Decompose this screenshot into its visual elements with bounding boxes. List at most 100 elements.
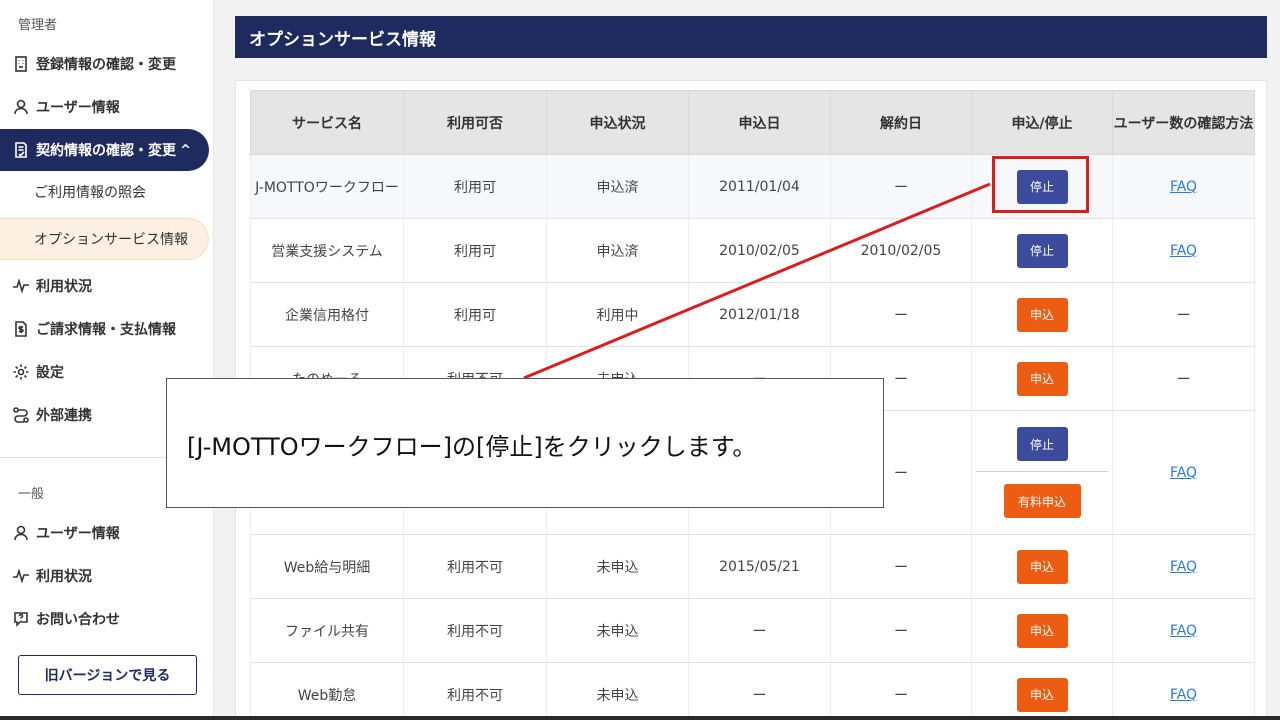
annotation-highlight-box — [992, 156, 1089, 213]
activity-icon — [6, 277, 36, 295]
application-status: 未申込 — [546, 534, 689, 599]
stop-button[interactable]: 停止 — [1016, 427, 1068, 461]
sidebar-item-label: 利用状況 — [36, 569, 92, 585]
service-name: Web給与明細 — [250, 534, 404, 599]
old-version-button[interactable]: 旧バージョンで見る — [18, 655, 197, 695]
applied-date: 2015/05/21 — [688, 534, 831, 599]
service-name: 企業信用格付 — [250, 282, 404, 347]
availability: 利用不可 — [403, 534, 547, 599]
howto-cell: FAQ — [1112, 598, 1255, 663]
table-header-row: サービス名 利用可否 申込状況 申込日 解約日 申込/停止 ユーザー数の確認方法 — [250, 90, 1255, 155]
gear-icon — [6, 363, 36, 381]
howto-cell: FAQ — [1112, 218, 1255, 283]
availability: 利用可 — [403, 218, 547, 283]
table-row: ファイル共有 利用不可 未申込 ー ー 申込 FAQ — [250, 598, 1255, 663]
action-cell: 申込 — [971, 346, 1113, 411]
howto-cell: ー — [1112, 346, 1255, 411]
chevron-up-icon[interactable]: ^ — [180, 143, 191, 158]
availability: 利用不可 — [403, 662, 547, 720]
action-cell: 停止 — [971, 218, 1113, 283]
sidebar-item-usage[interactable]: 利用状況 — [0, 266, 210, 306]
column-header: サービス名 — [250, 90, 404, 155]
sidebar-item-label: ご請求情報・支払情報 — [36, 322, 176, 338]
action-cell: 申込 — [971, 598, 1113, 663]
table-row: J-MOTTOワークフロー 利用可 申込済 2011/01/04 ー 停止 FA… — [250, 154, 1255, 219]
sidebar-item-label: 登録情報の確認・変更 — [36, 57, 176, 73]
table-row: Web勤怠 利用不可 未申込 ー ー 申込 FAQ — [250, 662, 1255, 720]
apply-button[interactable]: 申込 — [1016, 361, 1068, 396]
availability: 利用不可 — [403, 598, 547, 663]
column-header: ユーザー数の確認方法 — [1112, 90, 1255, 155]
page-title: オプションサービス情報 — [235, 16, 1267, 58]
user-icon — [6, 98, 36, 116]
applied-date: ー — [688, 598, 831, 663]
sidebar-subitem-usage-inquiry[interactable]: ご利用情報の照会 — [0, 172, 146, 212]
apply-button[interactable]: 申込 — [1016, 297, 1068, 332]
cancelled-date: ー — [830, 534, 972, 599]
service-name: 営業支援システム — [250, 218, 404, 283]
sidebar-item-billing[interactable]: ご請求情報・支払情報 — [0, 309, 210, 349]
service-name: ファイル共有 — [250, 598, 404, 663]
sidebar: 管理者 登録情報の確認・変更 ユーザー情報 契約情報の確認・変更 ^ ご利用情報… — [0, 0, 214, 720]
table-row: 企業信用格付 利用可 利用中 2012/01/18 ー 申込 ー — [250, 282, 1255, 347]
general-section-label: 一般 — [18, 487, 45, 502]
apply-button[interactable]: 申込 — [1016, 677, 1068, 712]
availability: 利用可 — [403, 282, 547, 347]
cancelled-date: ー — [830, 154, 972, 219]
faq-link[interactable]: FAQ — [1170, 687, 1197, 703]
sidebar-item-registration[interactable]: 登録情報の確認・変更 — [0, 44, 210, 84]
application-status: 利用中 — [546, 282, 689, 347]
column-header: 申込状況 — [546, 90, 689, 155]
application-status: 未申込 — [546, 598, 689, 663]
faq-link[interactable]: FAQ — [1170, 559, 1197, 575]
faq-link[interactable]: FAQ — [1170, 179, 1197, 195]
faq-link[interactable]: FAQ — [1170, 465, 1197, 481]
sidebar-item-label: 設定 — [36, 365, 64, 381]
stop-button[interactable]: 停止 — [1016, 233, 1068, 268]
service-name: J-MOTTOワークフロー — [250, 154, 404, 219]
applied-date: 2011/01/04 — [688, 154, 831, 219]
contract-doc-icon — [6, 141, 36, 159]
sidebar-item-contact[interactable]: お問い合わせ — [0, 599, 210, 639]
action-cell: 申込 — [971, 662, 1113, 720]
service-name: Web勤怠 — [250, 662, 404, 720]
cancelled-date: ー — [830, 598, 972, 663]
sidebar-item-label: ユーザー情報 — [36, 526, 120, 542]
application-status: 申込済 — [546, 154, 689, 219]
applied-date: 2012/01/18 — [688, 282, 831, 347]
sidebar-item-contract[interactable]: 契約情報の確認・変更 ^ — [0, 129, 209, 171]
sidebar-item-label: ユーザー情報 — [36, 100, 120, 116]
table-row: 営業支援システム 利用可 申込済 2010/02/05 2010/02/05 停… — [250, 218, 1255, 283]
faq-link[interactable]: FAQ — [1170, 623, 1197, 639]
sidebar-item-general-usage[interactable]: 利用状況 — [0, 556, 210, 596]
apply-button[interactable]: 申込 — [1016, 549, 1068, 584]
column-header: 申込/停止 — [971, 90, 1113, 155]
building-icon — [6, 55, 36, 73]
application-status: 未申込 — [546, 662, 689, 720]
column-header: 利用可否 — [403, 90, 547, 155]
faq-link[interactable]: FAQ — [1170, 243, 1197, 259]
applied-date: ー — [688, 662, 831, 720]
sidebar-item-label: 外部連携 — [36, 408, 92, 424]
annotation-callout: [J-MOTTOワークフロー]の[停止]をクリックします。 — [166, 378, 884, 508]
column-header: 申込日 — [688, 90, 831, 155]
sidebar-item-general-users[interactable]: ユーザー情報 — [0, 513, 210, 553]
paid-apply-button[interactable]: 有料申込 — [1003, 484, 1081, 518]
action-cell: 停止 有料申込 — [971, 410, 1113, 535]
howto-cell: FAQ — [1112, 410, 1255, 535]
column-header: 解約日 — [830, 90, 972, 155]
sidebar-item-label: 契約情報の確認・変更 — [36, 143, 176, 159]
bottom-strip — [0, 716, 1280, 720]
sidebar-item-label: お問い合わせ — [36, 612, 120, 628]
sidebar-item-users[interactable]: ユーザー情報 — [0, 87, 210, 127]
howto-cell: ー — [1112, 282, 1255, 347]
applied-date: 2010/02/05 — [688, 218, 831, 283]
cancelled-date: 2010/02/05 — [830, 218, 972, 283]
action-divider — [976, 471, 1108, 472]
action-cell: 申込 — [971, 282, 1113, 347]
sidebar-subitem-option-services[interactable]: オプションサービス情報 — [0, 218, 209, 260]
apply-button[interactable]: 申込 — [1016, 613, 1068, 648]
help-icon — [6, 610, 36, 628]
availability: 利用可 — [403, 154, 547, 219]
howto-cell: FAQ — [1112, 662, 1255, 720]
